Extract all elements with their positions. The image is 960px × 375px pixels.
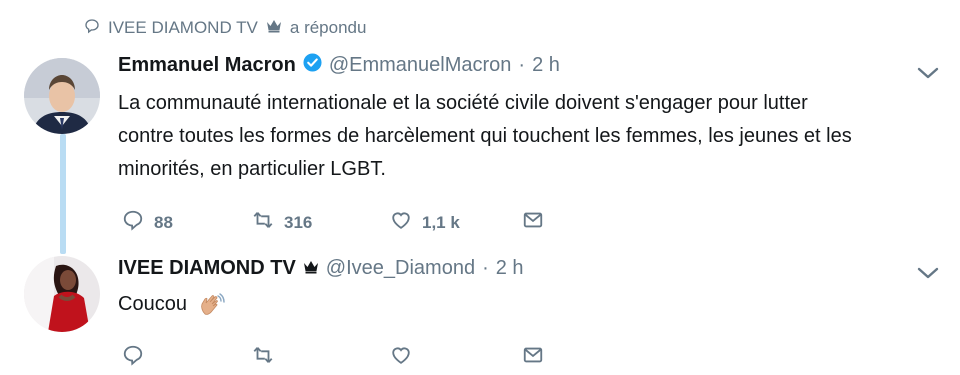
message-button[interactable] bbox=[522, 344, 544, 371]
tweet-text: Coucou bbox=[118, 288, 225, 321]
retweet-button[interactable]: 316 bbox=[252, 209, 390, 236]
retweet-icon bbox=[252, 209, 274, 236]
tweet-actions bbox=[122, 344, 544, 371]
message-icon bbox=[522, 209, 544, 236]
tweet-header: Emmanuel Macron @EmmanuelMacron · 2 h bbox=[118, 53, 560, 78]
separator-dot: · bbox=[482, 257, 489, 279]
verified-badge-icon bbox=[303, 53, 322, 78]
avatar[interactable] bbox=[24, 58, 100, 134]
tweet-timestamp[interactable]: 2 h bbox=[532, 54, 560, 77]
like-button[interactable] bbox=[390, 344, 522, 371]
reply-icon bbox=[122, 344, 144, 371]
tweet-text-line: minorités, en particulier LGBT. bbox=[118, 158, 386, 180]
reply-context: IVEE DIAMOND TV a répondu bbox=[84, 17, 366, 39]
reply-button[interactable]: 88 bbox=[122, 209, 252, 236]
author-name[interactable]: Emmanuel Macron bbox=[118, 54, 296, 77]
avatar[interactable] bbox=[24, 256, 100, 332]
reply-icon bbox=[122, 209, 144, 236]
like-icon bbox=[390, 209, 412, 236]
like-button[interactable]: 1,1 k bbox=[390, 209, 522, 236]
reply-button[interactable] bbox=[122, 344, 252, 371]
author-name[interactable]: IVEE DIAMOND TV bbox=[118, 257, 296, 280]
context-replied-text: a répondu bbox=[289, 18, 367, 37]
context-user-name[interactable]: IVEE DIAMOND TV bbox=[108, 18, 258, 38]
retweet-button[interactable] bbox=[252, 344, 390, 371]
thread-connector bbox=[60, 134, 66, 254]
message-button[interactable] bbox=[522, 209, 544, 236]
tweet-text-line: La communauté internationale et la socié… bbox=[118, 92, 808, 114]
waving-hand-icon bbox=[199, 293, 225, 317]
chevron-down-icon[interactable] bbox=[917, 266, 939, 280]
tweet-text: La communauté internationale et la socié… bbox=[118, 87, 852, 186]
author-handle[interactable]: @Ivee_Diamond bbox=[326, 257, 475, 280]
tweet-header: IVEE DIAMOND TV @Ivee_Diamond · 2 h bbox=[118, 257, 524, 280]
retweet-count: 316 bbox=[284, 212, 313, 232]
chevron-down-icon[interactable] bbox=[917, 66, 939, 80]
tweet-timestamp[interactable]: 2 h bbox=[496, 257, 524, 280]
like-count: 1,1 k bbox=[422, 212, 460, 232]
crown-icon bbox=[266, 18, 282, 39]
tweet-actions: 88 316 1,1 k bbox=[122, 209, 544, 236]
message-icon bbox=[522, 344, 544, 371]
speech-bubble-icon bbox=[84, 18, 100, 39]
tweet-text-line: contre toutes les formes de harcèlement … bbox=[118, 125, 852, 147]
crown-icon bbox=[303, 257, 319, 280]
like-icon bbox=[390, 344, 412, 371]
reply-count: 88 bbox=[154, 212, 173, 232]
separator-dot: · bbox=[518, 54, 526, 76]
tweet-text-line: Coucou bbox=[118, 293, 187, 315]
retweet-icon bbox=[252, 344, 274, 371]
author-handle[interactable]: @EmmanuelMacron bbox=[329, 54, 512, 77]
